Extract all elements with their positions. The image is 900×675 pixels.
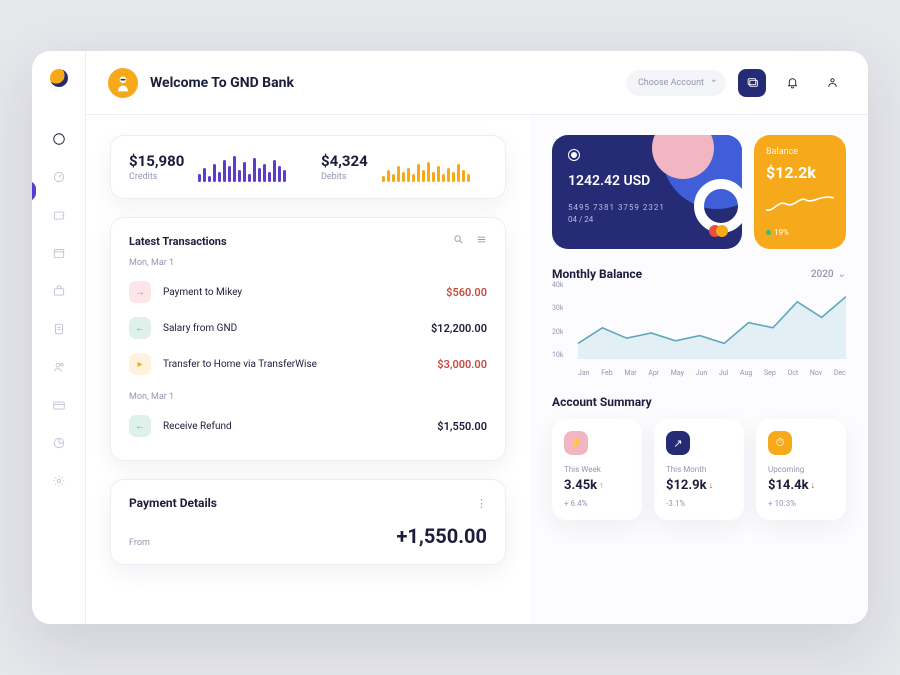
debits-label: Debits bbox=[321, 172, 368, 182]
summary-icon: ⏱ bbox=[768, 431, 792, 455]
nav-card[interactable] bbox=[43, 389, 75, 421]
balance-value: $12.2k bbox=[766, 163, 834, 182]
tx-group-date: Mon, Mar 1 bbox=[129, 258, 487, 268]
credit-card[interactable]: 1242.42 USD 5495 7381 3759 2321 04 / 24 bbox=[552, 135, 742, 249]
messages-button[interactable] bbox=[738, 69, 766, 97]
transaction-row[interactable]: ← Receive Refund $1,550.00 bbox=[129, 408, 487, 444]
transaction-row[interactable]: ← Salary from GND $12,200.00 bbox=[129, 310, 487, 346]
left-panel: $15,980 Credits $4,324 Debits bbox=[86, 115, 530, 624]
filter-icon[interactable] bbox=[476, 234, 487, 248]
transaction-amount: $12,200.00 bbox=[431, 322, 487, 335]
year-select[interactable]: 2020 ⌄ bbox=[811, 269, 846, 280]
nav-settings[interactable] bbox=[43, 465, 75, 497]
transaction-title: Receive Refund bbox=[163, 421, 232, 432]
transaction-row[interactable]: ▸ Transfer to Home via TransferWise $3,000… bbox=[129, 346, 487, 382]
notifications-button[interactable] bbox=[778, 69, 806, 97]
summary-icon: ⚡ bbox=[564, 431, 588, 455]
brand-logo bbox=[50, 69, 68, 87]
transaction-icon: ← bbox=[129, 415, 151, 437]
balance-sparkline bbox=[766, 192, 834, 216]
transaction-title: Payment to Mikey bbox=[163, 287, 242, 298]
app-window: Welcome To GND Bank Choose Account $15,9… bbox=[32, 51, 868, 624]
transaction-icon: ← bbox=[129, 317, 151, 339]
account-select[interactable]: Choose Account bbox=[626, 70, 726, 96]
stats-card: $15,980 Credits $4,324 Debits bbox=[110, 135, 506, 199]
balance-label: Balance bbox=[766, 147, 834, 157]
content: Welcome To GND Bank Choose Account $15,9… bbox=[86, 51, 868, 624]
nav-speed[interactable] bbox=[43, 161, 75, 193]
summary-label: This Week bbox=[564, 465, 630, 474]
transaction-row[interactable]: → Payment to Mikey $560.00 bbox=[129, 274, 487, 310]
debits-value: $4,324 bbox=[321, 152, 368, 170]
right-panel: 1242.42 USD 5495 7381 3759 2321 04 / 24 … bbox=[530, 115, 868, 624]
nav-receipt[interactable] bbox=[43, 313, 75, 345]
transaction-icon: → bbox=[129, 281, 151, 303]
avatar[interactable] bbox=[108, 68, 138, 98]
nav-wallet[interactable] bbox=[43, 199, 75, 231]
sidebar bbox=[32, 51, 86, 624]
nav-calendar[interactable] bbox=[43, 237, 75, 269]
summary-card[interactable]: ⚡ This Week 3.45k↑ + 6.4% bbox=[552, 419, 642, 520]
profile-button[interactable] bbox=[818, 69, 846, 97]
payment-from-label: From bbox=[129, 538, 150, 548]
summary-value: $14.4k↓ bbox=[768, 478, 834, 493]
account-summary-title: Account Summary bbox=[552, 395, 846, 409]
summary-value: 3.45k↑ bbox=[564, 478, 630, 493]
tx-group-date: Mon, Mar 1 bbox=[129, 392, 487, 402]
summary-delta: + 6.4% bbox=[564, 499, 630, 508]
nav-dashboard[interactable] bbox=[43, 123, 75, 155]
transactions-title: Latest Transactions bbox=[129, 235, 227, 248]
panels: $15,980 Credits $4,324 Debits bbox=[86, 115, 868, 624]
nav-users[interactable] bbox=[43, 351, 75, 383]
balance-card[interactable]: Balance $12.2k 19% bbox=[754, 135, 846, 249]
transaction-amount: $1,550.00 bbox=[437, 420, 487, 433]
summary-icon: ↗ bbox=[666, 431, 690, 455]
summary-card[interactable]: ↗ This Month $12.9k↓ -3.1% bbox=[654, 419, 744, 520]
credits-sparkline bbox=[198, 154, 286, 182]
payment-amount: +1,550.00 bbox=[397, 524, 487, 548]
card-chip-icon bbox=[568, 149, 580, 161]
transaction-amount: $3,000.00 bbox=[437, 358, 487, 371]
page-title: Welcome To GND Bank bbox=[150, 75, 294, 91]
payment-details-card: Payment Details ⋮ From +1,550.00 bbox=[110, 479, 506, 565]
monthly-balance-chart: 40k30k20k10k JanFebMarAprMayJunJulAugSep… bbox=[552, 281, 846, 377]
summary-value: $12.9k↓ bbox=[666, 478, 732, 493]
credits-value: $15,980 bbox=[129, 152, 184, 170]
transaction-amount: $560.00 bbox=[446, 286, 487, 299]
transactions-card: Latest Transactions Mon, Mar 1 → Payment t… bbox=[110, 217, 506, 461]
summary-card[interactable]: ⏱ Upcoming $14.4k↓ + 10.3% bbox=[756, 419, 846, 520]
nav-active-indicator bbox=[32, 181, 36, 201]
summary-delta: -3.1% bbox=[666, 499, 732, 508]
nav-briefcase[interactable] bbox=[43, 275, 75, 307]
nav-chart[interactable] bbox=[43, 427, 75, 459]
chevron-down-icon: ⌄ bbox=[838, 269, 846, 280]
transaction-title: Transfer to Home via TransferWise bbox=[163, 359, 317, 370]
topbar: Welcome To GND Bank Choose Account bbox=[86, 51, 868, 115]
monthly-balance-header: Monthly Balance 2020 ⌄ bbox=[552, 267, 846, 281]
more-icon[interactable]: ⋮ bbox=[476, 497, 487, 510]
summary-label: This Month bbox=[666, 465, 732, 474]
search-icon[interactable] bbox=[453, 234, 464, 248]
summary-label: Upcoming bbox=[768, 465, 834, 474]
stat-debits: $4,324 Debits bbox=[321, 152, 487, 182]
credits-label: Credits bbox=[129, 172, 184, 182]
payment-title: Payment Details bbox=[129, 496, 217, 510]
summary-delta: + 10.3% bbox=[768, 499, 834, 508]
transaction-icon: ▸ bbox=[129, 353, 151, 375]
debits-sparkline bbox=[382, 154, 470, 182]
stat-credits: $15,980 Credits bbox=[129, 152, 295, 182]
transaction-title: Salary from GND bbox=[163, 323, 237, 334]
mastercard-icon bbox=[709, 225, 728, 237]
balance-delta: 19% bbox=[766, 228, 834, 237]
monthly-balance-title: Monthly Balance bbox=[552, 267, 642, 281]
